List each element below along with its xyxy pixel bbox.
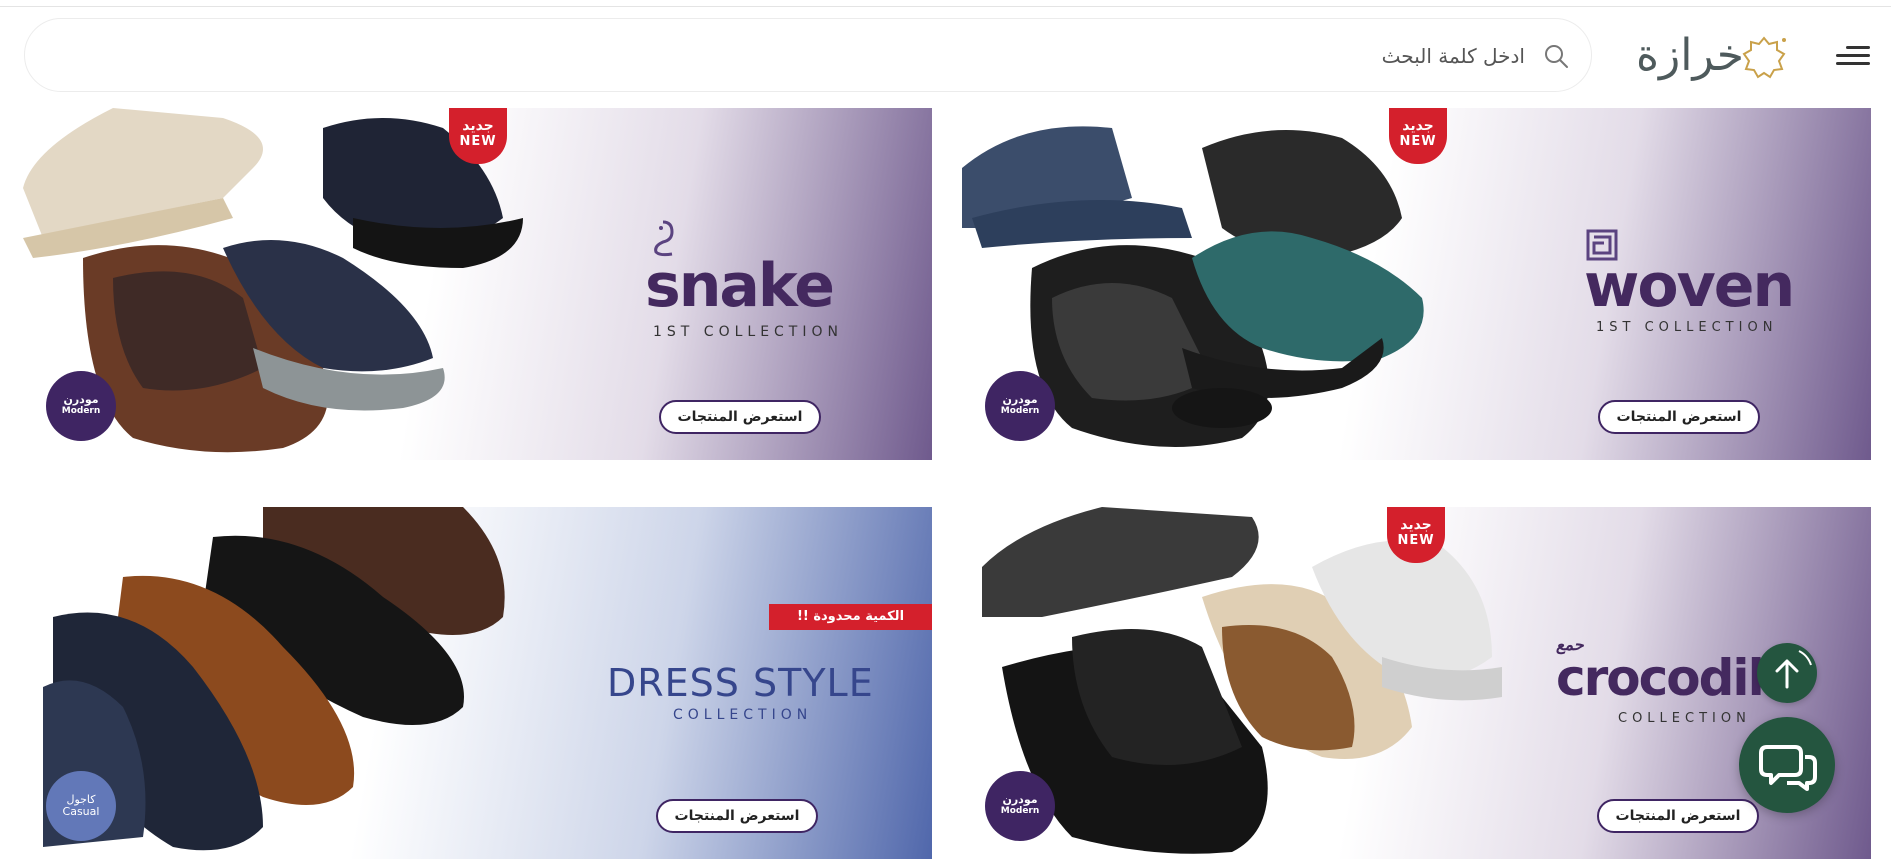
- collection-title: woven: [1584, 251, 1795, 321]
- banner-dress-style[interactable]: الكمية محدودة !! كاجول Casual DRESS STYL…: [23, 507, 932, 859]
- browse-products-button[interactable]: استعرض المنتجات: [1598, 400, 1760, 434]
- collection-title: snake: [645, 251, 835, 321]
- search-input[interactable]: [623, 37, 1527, 75]
- modern-badge: مودرن Modern: [46, 371, 116, 441]
- star-seal-icon: [1742, 36, 1786, 79]
- arrow-up-icon: [1775, 650, 1812, 689]
- collection-subtitle: 1ST COLLECTION: [1596, 320, 1778, 335]
- browse-products-button[interactable]: استعرض المنتجات: [659, 400, 821, 434]
- collection-title: crocodil: [1556, 649, 1765, 707]
- limited-quantity-tag: الكمية محدودة !!: [769, 604, 932, 630]
- banner-crocodil[interactable]: جديد NEW مودرن Modern حمع crocodil COLLE…: [962, 507, 1871, 859]
- banner-woven[interactable]: جديد NEW مودرن Modern woven 1ST COLLECTI…: [962, 108, 1871, 460]
- casual-badge: كاجول Casual: [46, 771, 116, 841]
- chat-button[interactable]: [1739, 717, 1835, 813]
- hamburger-menu-icon[interactable]: [1832, 38, 1874, 72]
- scroll-to-top-button[interactable]: [1757, 643, 1817, 703]
- search-bar[interactable]: [24, 18, 1592, 92]
- site-logo[interactable]: خرازة: [1636, 22, 1790, 86]
- modern-badge: مودرن Modern: [985, 771, 1055, 841]
- site-header: خرازة: [0, 8, 1891, 100]
- new-tag: جديد NEW: [449, 108, 507, 164]
- top-divider: [0, 6, 1891, 7]
- new-tag: جديد NEW: [1387, 507, 1445, 563]
- collection-subtitle: COLLECTION: [673, 707, 813, 723]
- chat-bubbles-icon: [1759, 745, 1817, 791]
- collection-subtitle: COLLECTION: [1618, 711, 1751, 726]
- new-tag: جديد NEW: [1389, 108, 1447, 164]
- search-icon[interactable]: [1543, 43, 1569, 69]
- collection-subtitle: 1ST COLLECTION: [653, 324, 843, 340]
- banner-snake[interactable]: جديد NEW مودرن Modern snake 1ST COLLECTI…: [23, 108, 932, 460]
- logo-text: خرازة: [1636, 30, 1745, 81]
- modern-badge: مودرن Modern: [985, 371, 1055, 441]
- browse-products-button[interactable]: استعرض المنتجات: [656, 799, 818, 833]
- browse-products-button[interactable]: استعرض المنتجات: [1597, 799, 1759, 833]
- collection-title: DRESS STYLE: [607, 661, 874, 705]
